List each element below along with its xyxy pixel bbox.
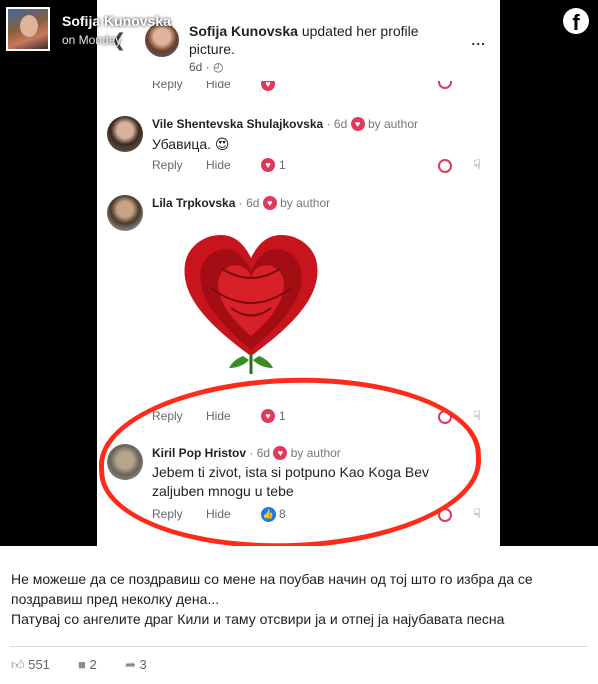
- commenter-name: Vile Shentevska Shulajkovska: [152, 117, 324, 131]
- caption-line: Патувај со ангелите драг Кили и таму отс…: [11, 611, 505, 627]
- author-avatar[interactable]: [6, 7, 50, 51]
- post-header: Sofija Kunovska on Monday f: [0, 0, 598, 60]
- by-author-label: by author: [280, 196, 331, 210]
- reply-label: Reply: [152, 81, 183, 91]
- comments-stat[interactable]: ■ 2: [78, 657, 97, 672]
- caption-line: поздравиш пред неколку дена...: [11, 591, 220, 607]
- comment-header: Lila Trpkovska · 6d ♥ by author: [152, 195, 331, 210]
- thumbs-up-icon: 👍︎: [11, 657, 25, 672]
- shares-stat[interactable]: ➦ 3: [125, 657, 147, 673]
- hide-label: Hide: [206, 81, 231, 91]
- heart-icon: ♥: [261, 158, 275, 172]
- divider: [10, 646, 588, 647]
- post-timestamp[interactable]: on Monday: [62, 33, 121, 47]
- comment-actions-top: Reply Hide ♥: [152, 81, 492, 93]
- commenter-avatar: [107, 116, 143, 152]
- post-viewer: ❮ Sofija Kunovska updated her profile pi…: [0, 0, 598, 684]
- hide-label: Hide: [206, 158, 231, 172]
- comment-actions: Reply Hide ♥ 1 ☟: [152, 157, 492, 174]
- red-highlight-circle: [96, 371, 484, 546]
- love-outline-icon: [438, 159, 452, 173]
- share-icon: ➦: [125, 657, 136, 672]
- comment-text: Убавица. 😍: [152, 136, 230, 152]
- screenshot-timestamp: 6d · ◴: [189, 60, 224, 74]
- comment-header: Vile Shentevska Shulajkovska · 6d ♥ by a…: [152, 116, 418, 131]
- post-photo[interactable]: ❮ Sofija Kunovska updated her profile pi…: [0, 0, 598, 546]
- likes-count: 551: [28, 657, 50, 672]
- comment-time: 6d: [246, 196, 260, 210]
- post-caption: Не можеше да се поздравиш со мене на поу…: [11, 569, 589, 629]
- comment-time: 6d: [333, 117, 348, 131]
- author-name[interactable]: Sofija Kunovska: [62, 13, 171, 29]
- comments-count: 2: [89, 657, 97, 672]
- thumbs-down-icon: ☟: [473, 157, 481, 172]
- reply-label: Reply: [152, 158, 183, 172]
- heart-icon: ♥: [262, 195, 277, 210]
- likes-stat[interactable]: 👍︎ 551: [11, 657, 50, 673]
- by-author-label: by author: [367, 117, 418, 131]
- thumbs-down-icon: ☟: [473, 506, 481, 521]
- facebook-logo-icon[interactable]: f: [563, 8, 589, 34]
- heart-rose-image: [184, 234, 318, 374]
- commenter-name: Lila Trpkovska: [152, 196, 236, 210]
- commenter-avatar: [107, 195, 143, 231]
- comment-screenshot: ❮ Sofija Kunovska updated her profile pi…: [96, 0, 500, 546]
- heart-icon: ♥: [261, 81, 275, 91]
- thumbs-down-icon: ☟: [473, 408, 481, 423]
- reaction-count: 1: [279, 158, 286, 172]
- love-outline-icon: [438, 81, 452, 89]
- heart-icon: ♥: [350, 116, 365, 131]
- shares-count: 3: [139, 657, 147, 672]
- caption-line: Не можеше да се поздравиш со мене на поу…: [11, 571, 533, 587]
- comment-icon: ■: [78, 657, 86, 672]
